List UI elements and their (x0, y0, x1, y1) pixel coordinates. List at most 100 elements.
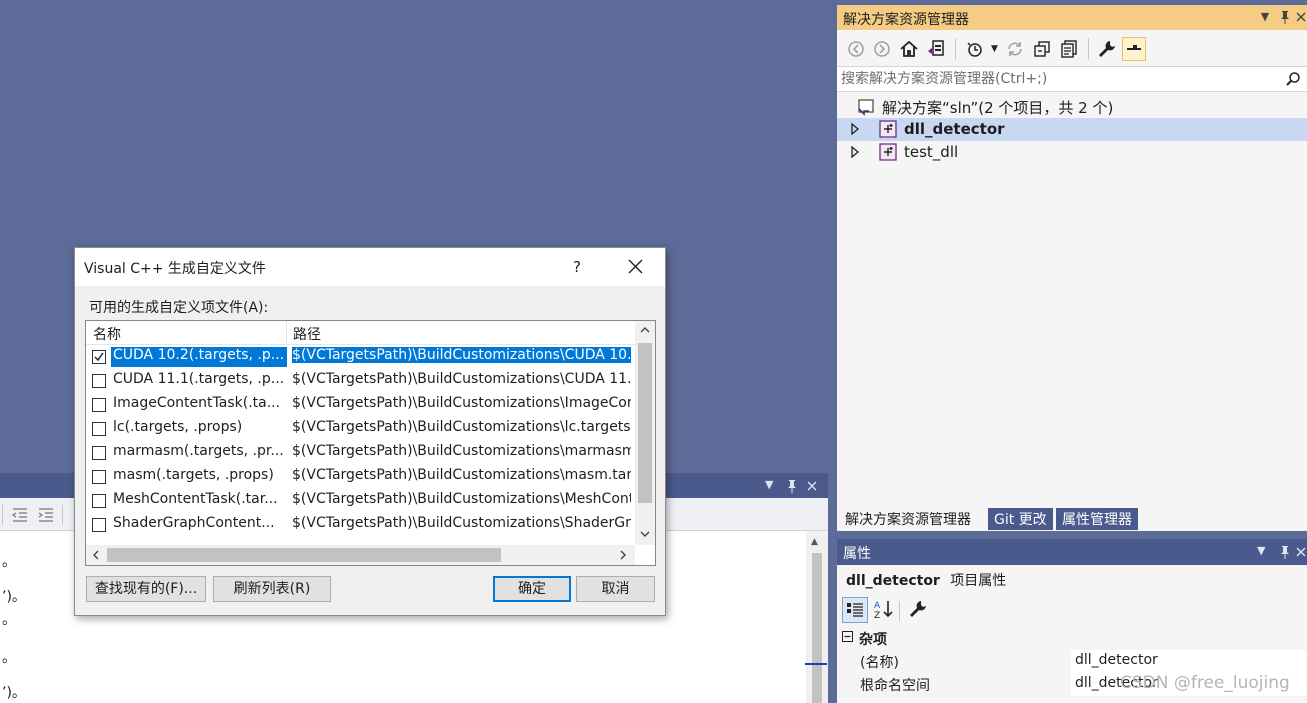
expand-arrow-icon[interactable] (850, 146, 860, 158)
list-item[interactable]: marmasm(.targets, .pr... $(VCTargetsPath… (86, 441, 635, 465)
customization-list[interactable]: 名称 路径 CUDA 10.2(.targets, .p... $(VCTarg… (85, 320, 656, 566)
checkbox[interactable] (92, 470, 106, 484)
sync-icon[interactable] (1003, 37, 1027, 61)
indent-increase-icon[interactable] (36, 504, 56, 524)
home-icon[interactable] (897, 37, 921, 61)
dropdown-icon[interactable]: ▼ (765, 478, 773, 491)
list-item[interactable]: CUDA 11.1(.targets, .p... $(VCTargetsPat… (86, 369, 635, 393)
collapse-all-icon[interactable] (1030, 37, 1054, 61)
scroll-thumb[interactable] (107, 548, 501, 562)
item-name: ShaderGraphContent... (113, 515, 275, 531)
pin-icon[interactable] (784, 478, 800, 494)
list-item[interactable]: CUDA 10.2(.targets, .p... $(VCTargetsPat… (86, 345, 635, 369)
properties-titlebar: 属性 ▼ (837, 539, 1307, 565)
search-input[interactable] (841, 69, 1271, 89)
switch-views-icon[interactable] (924, 37, 948, 61)
tab-solution-explorer[interactable]: 解决方案资源管理器 (839, 508, 977, 530)
checkbox[interactable] (92, 494, 106, 508)
find-existing-button[interactable]: 查找现有的(F)... (86, 576, 206, 602)
item-path: $(VCTargetsPath)\BuildCustomizations\Sha… (292, 515, 631, 531)
column-header-name[interactable]: 名称 (93, 324, 121, 344)
show-all-files-icon[interactable] (1057, 37, 1081, 61)
column-header-path[interactable]: 路径 (293, 324, 321, 344)
dialog-titlebar: Visual C++ 生成自定义文件 ? (75, 248, 665, 286)
category-row[interactable]: 杂项 (837, 627, 1307, 650)
ok-button[interactable]: 确定 (493, 576, 571, 602)
close-icon[interactable] (806, 478, 818, 494)
forward-icon[interactable] (870, 37, 894, 61)
scroll-down-icon[interactable] (638, 527, 652, 541)
tree-item-test-dll[interactable]: test_dll (837, 141, 1307, 164)
back-icon[interactable] (844, 37, 868, 61)
properties-object-selector[interactable]: dll_detector 项目属性 (846, 570, 1006, 590)
collapse-icon[interactable] (842, 631, 853, 642)
solution-explorer-titlebar: 解决方案资源管理器 ▼ (837, 5, 1307, 30)
list-item[interactable]: ImageContentTask(.ta... $(VCTargetsPath)… (86, 393, 635, 417)
list-item[interactable]: lc(.targets, .props) $(VCTargetsPath)\Bu… (86, 417, 635, 441)
list-item[interactable]: ShaderGraphContent... $(VCTargetsPath)\B… (86, 513, 635, 537)
refresh-list-button[interactable]: 刷新列表(R) (213, 576, 331, 602)
properties-icon[interactable] (1095, 37, 1119, 61)
scroll-left-icon[interactable] (89, 548, 103, 562)
item-name: lc(.targets, .props) (113, 419, 243, 435)
close-icon[interactable] (622, 255, 648, 279)
toolbar-separator (899, 601, 900, 621)
property-pages-icon[interactable] (906, 597, 930, 621)
scroll-up-icon[interactable]: ▲ (811, 537, 818, 547)
dropdown-icon[interactable]: ▼ (1257, 544, 1265, 557)
chevron-down-icon[interactable]: ▼ (991, 44, 998, 54)
list-item[interactable]: masm(.targets, .props) $(VCTargetsPath)\… (86, 465, 635, 489)
scroll-thumb[interactable] (638, 343, 652, 503)
list-vertical-scrollbar[interactable] (635, 321, 655, 545)
preview-selected-icon[interactable] (1122, 37, 1146, 61)
tree-item-dll-detector[interactable]: dll_detector (837, 118, 1307, 141)
dialog-title: Visual C++ 生成自定义文件 (84, 261, 266, 277)
categorized-icon[interactable] (842, 597, 868, 623)
cancel-button[interactable]: 取消 (576, 576, 655, 602)
cpp-project-icon (879, 143, 897, 161)
expand-arrow-icon[interactable] (850, 123, 860, 135)
scroll-position-marker (805, 663, 827, 665)
checkbox[interactable] (92, 398, 106, 412)
scroll-right-icon[interactable] (616, 548, 630, 562)
scroll-up-icon[interactable] (638, 323, 652, 337)
sort-alphabetical-icon[interactable]: AZ (872, 597, 896, 621)
solution-node[interactable]: 解决方案“sln”(2 个项目，共 2 个) (837, 95, 1307, 118)
checkbox[interactable] (92, 422, 106, 436)
search-icon[interactable] (1285, 71, 1301, 87)
close-icon[interactable] (1295, 544, 1307, 560)
dropdown-icon[interactable]: ▼ (1257, 9, 1273, 25)
pending-changes-filter-icon[interactable] (963, 37, 987, 61)
pin-icon[interactable] (1277, 9, 1293, 25)
checkbox[interactable] (92, 374, 106, 388)
item-path: $(VCTargetsPath)\BuildCustomizations\Ima… (292, 395, 631, 411)
close-icon[interactable] (1295, 9, 1307, 25)
output-line: 。 (2, 612, 16, 628)
property-name: (名称) (860, 655, 899, 671)
tab-git-changes[interactable]: Git 更改 (988, 508, 1053, 530)
item-path: $(VCTargetsPath)\BuildCustomizations\Mes… (292, 491, 631, 507)
checkbox[interactable] (92, 518, 106, 532)
pin-icon[interactable] (1277, 544, 1293, 560)
solution-tree: 解决方案“sln”(2 个项目，共 2 个) dll_detector test… (837, 94, 1307, 499)
output-line: 。 (2, 554, 16, 570)
cpp-project-icon (879, 120, 897, 138)
help-button[interactable]: ? (565, 256, 589, 278)
list-horizontal-scrollbar[interactable] (86, 545, 635, 565)
output-vertical-scrollbar[interactable]: ▲ (806, 531, 828, 703)
output-line: ’)。 (2, 589, 26, 605)
solution-label: 解决方案“sln”(2 个项目，共 2 个) (882, 99, 1114, 117)
item-path: $(VCTargetsPath)\BuildCustomizations\CUD… (292, 347, 631, 363)
toolbar-separator (62, 505, 63, 525)
solution-explorer-panel: 解决方案资源管理器 ▼ ▼ 搜索解决方案资源管理器(Ctrl+;) 解决方案“s… (837, 5, 1307, 531)
checkbox[interactable] (92, 350, 106, 364)
checkbox[interactable] (92, 446, 106, 460)
column-divider[interactable] (286, 321, 287, 345)
build-customizations-dialog: Visual C++ 生成自定义文件 ? 可用的生成自定义项文件(A): 名称 … (74, 247, 666, 616)
indent-decrease-icon[interactable] (10, 504, 30, 524)
property-row[interactable]: (名称) dll_detector (837, 650, 1307, 673)
watermark: CSDN @free_luojing (1120, 673, 1290, 693)
scroll-thumb[interactable] (812, 553, 822, 703)
list-item[interactable]: MeshContentTask(.tar... $(VCTargetsPath)… (86, 489, 635, 513)
tab-property-manager[interactable]: 属性管理器 (1056, 508, 1138, 530)
